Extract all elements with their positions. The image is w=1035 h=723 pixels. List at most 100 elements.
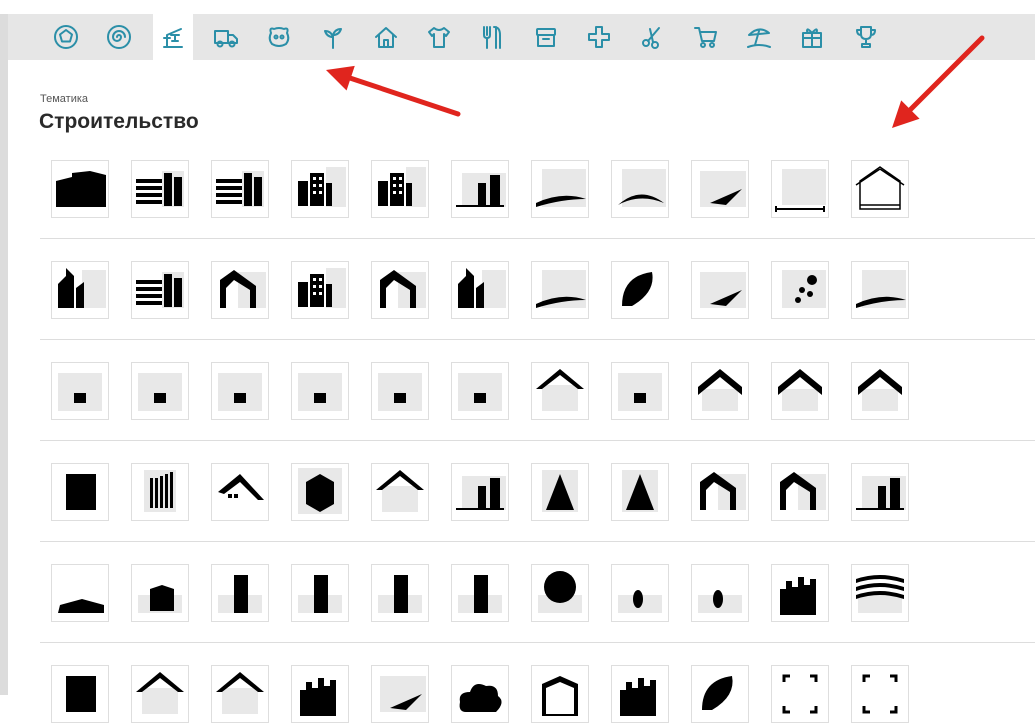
row-divider — [40, 339, 1035, 340]
logo-tile[interactable] — [291, 665, 349, 723]
row-divider — [40, 642, 1035, 643]
hill-logo-icon — [58, 599, 104, 613]
logo-tile[interactable] — [131, 665, 189, 723]
logo-tile[interactable] — [771, 564, 829, 622]
category-tab-tshirt[interactable] — [419, 14, 459, 60]
logo-tile[interactable] — [51, 463, 109, 521]
category-tab-house[interactable] — [366, 14, 406, 60]
logo-tile[interactable] — [451, 463, 509, 521]
logo-tile[interactable] — [211, 564, 269, 622]
towers-logo-icon — [856, 476, 906, 510]
logo-tile[interactable] — [691, 463, 749, 521]
category-tab-gift[interactable] — [792, 14, 832, 60]
logo-tile[interactable] — [211, 362, 269, 420]
corners-logo-icon — [782, 674, 818, 714]
category-tab-scissors[interactable] — [632, 14, 672, 60]
logo-tile[interactable] — [211, 463, 269, 521]
logo-tile[interactable] — [851, 160, 909, 218]
tower-logo-icon — [218, 575, 262, 613]
logo-tile[interactable] — [531, 261, 589, 319]
logo-tile[interactable] — [51, 160, 109, 218]
logo-tile[interactable] — [611, 362, 669, 420]
category-tab-pentagon-ring[interactable] — [46, 14, 86, 60]
logo-tile[interactable] — [131, 261, 189, 319]
logo-tile[interactable] — [211, 160, 269, 218]
house-roof-logo-icon — [218, 474, 264, 500]
logo-tile[interactable] — [691, 665, 749, 723]
logo-tile[interactable] — [131, 362, 189, 420]
logo-tile[interactable] — [531, 463, 589, 521]
category-tab-restaurant[interactable] — [472, 14, 512, 60]
rectangle-logo-icon — [66, 474, 96, 510]
logo-tile[interactable] — [851, 362, 909, 420]
top-strip — [0, 0, 1035, 14]
category-tab-plant[interactable] — [313, 14, 353, 60]
logo-tile[interactable] — [851, 665, 909, 723]
logo-tile[interactable] — [371, 160, 429, 218]
category-tab-medical-cross[interactable] — [579, 14, 619, 60]
category-tab-trophy[interactable] — [846, 14, 886, 60]
category-tab-beach[interactable] — [739, 14, 779, 60]
logo-tile[interactable] — [131, 463, 189, 521]
category-tab-pet[interactable] — [259, 14, 299, 60]
logo-tile[interactable] — [211, 261, 269, 319]
logo-tile[interactable] — [771, 463, 829, 521]
logo-tile[interactable] — [371, 261, 429, 319]
logo-tile[interactable] — [131, 564, 189, 622]
stripes-logo-icon — [216, 171, 264, 207]
logo-tile[interactable] — [691, 564, 749, 622]
logo-tile[interactable] — [291, 160, 349, 218]
wing-logo-icon — [700, 272, 746, 308]
logo-tile[interactable] — [611, 564, 669, 622]
category-tab-spiral[interactable] — [99, 14, 139, 60]
roof-logo-icon — [536, 369, 584, 411]
logo-tile[interactable] — [691, 160, 749, 218]
logo-tile[interactable] — [291, 362, 349, 420]
logo-tile[interactable] — [51, 665, 109, 723]
logo-tile[interactable] — [51, 261, 109, 319]
logo-tile[interactable] — [611, 261, 669, 319]
logo-tile[interactable] — [451, 261, 509, 319]
roof-logo-icon — [216, 672, 264, 714]
logo-tile[interactable] — [851, 564, 909, 622]
logo-tile[interactable] — [51, 362, 109, 420]
city-logo-icon — [300, 678, 336, 716]
house-logo-icon — [298, 373, 342, 411]
logo-tile[interactable] — [371, 362, 429, 420]
leaf-logo-icon — [622, 272, 653, 306]
logo-tile[interactable] — [51, 564, 109, 622]
scissors-icon — [642, 27, 661, 49]
logo-tile[interactable] — [531, 564, 589, 622]
logo-tile[interactable] — [291, 261, 349, 319]
logo-tile[interactable] — [771, 362, 829, 420]
logo-tile[interactable] — [451, 160, 509, 218]
logo-tile[interactable] — [451, 564, 509, 622]
logo-tile[interactable] — [771, 160, 829, 218]
category-tab-shopping-cart[interactable] — [686, 14, 726, 60]
logo-tile[interactable] — [611, 665, 669, 723]
logo-tile[interactable] — [371, 564, 429, 622]
logo-tile[interactable] — [691, 362, 749, 420]
logo-tile[interactable] — [531, 362, 589, 420]
logo-tile[interactable] — [371, 463, 429, 521]
logo-tile[interactable] — [611, 160, 669, 218]
logo-tile[interactable] — [291, 463, 349, 521]
logo-tile[interactable] — [291, 564, 349, 622]
logo-tile[interactable] — [131, 160, 189, 218]
logo-tile[interactable] — [851, 261, 909, 319]
logo-tile[interactable] — [211, 665, 269, 723]
logo-tile[interactable] — [851, 463, 909, 521]
frame-logo-icon — [542, 676, 578, 716]
logo-tile[interactable] — [771, 665, 829, 723]
logo-tile[interactable] — [771, 261, 829, 319]
category-tab-truck[interactable] — [206, 14, 246, 60]
logo-tile[interactable] — [371, 665, 429, 723]
logo-tile[interactable] — [531, 665, 589, 723]
logo-tile[interactable] — [451, 665, 509, 723]
logo-tile[interactable] — [691, 261, 749, 319]
logo-tile[interactable] — [451, 362, 509, 420]
logo-tile[interactable] — [611, 463, 669, 521]
category-tab-box[interactable] — [526, 14, 566, 60]
logo-tile[interactable] — [531, 160, 589, 218]
category-tab-construction-crane[interactable] — [152, 14, 193, 60]
